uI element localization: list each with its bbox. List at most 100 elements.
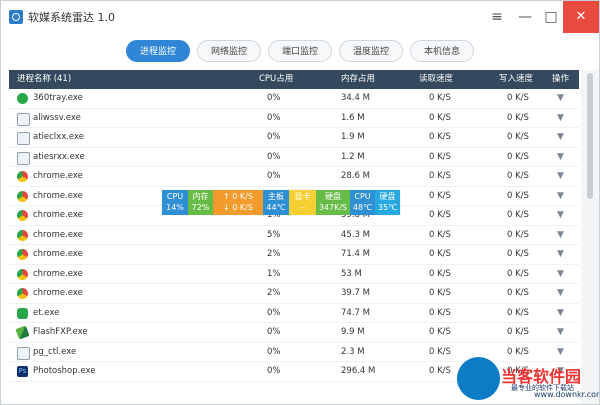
close-button[interactable]: ✕	[563, 1, 599, 33]
process-name: chrome.exe	[33, 210, 83, 220]
window-icon	[17, 132, 30, 145]
process-memory: 1.2 M	[341, 151, 365, 162]
process-cpu: 0%	[267, 171, 281, 181]
process-write: 0 K/S	[507, 327, 529, 337]
tab-process-monitor[interactable]: 进程监控	[126, 40, 190, 62]
process-memory: 71.4 M	[341, 249, 370, 259]
et-icon	[17, 307, 28, 319]
tab-network-monitor[interactable]: 网络监控	[197, 40, 261, 62]
360-icon	[17, 93, 28, 104]
tab-port-monitor[interactable]: 端口监控	[268, 40, 332, 62]
table-row[interactable]: et.exe 0% 74.7 M 0 K/S 0 K/S ▼	[9, 304, 579, 323]
header-cpu[interactable]: CPU占用	[259, 70, 293, 89]
header-name[interactable]: 进程名称 (41)	[17, 70, 71, 89]
header-memory[interactable]: 内存占用	[341, 70, 375, 89]
table-row[interactable]: FlashFXP.exe 0% 9.9 M 0 K/S 0 K/S ▼	[9, 323, 579, 343]
vertical-scrollbar[interactable]	[581, 70, 599, 404]
process-read: 0 K/S	[429, 190, 451, 201]
process-read: 0 K/S	[429, 307, 451, 318]
table-row[interactable]: chrome.exe 5% 45.3 M 0 K/S 0 K/S ▼	[9, 226, 579, 245]
process-name: atieclxx.exe	[33, 132, 85, 142]
system-monitor-overlay[interactable]: CPU 14% 内存 72% ↑ 0 K/S ↓ 0 K/S 主板 44℃ 显卡…	[162, 190, 400, 215]
scroll-thumb[interactable]	[587, 73, 593, 199]
process-cpu: 0%	[267, 112, 281, 123]
process-read: 0 K/S	[429, 288, 451, 298]
overlay-network: ↑ 0 K/S ↓ 0 K/S	[213, 190, 263, 215]
header-write[interactable]: 写入速度	[499, 70, 533, 89]
process-read: 0 K/S	[429, 268, 451, 279]
row-menu-icon[interactable]: ▼	[557, 245, 564, 264]
window-title: 软媒系统雷达 1.0	[28, 11, 115, 24]
menu-button[interactable]: ≡	[485, 1, 509, 33]
process-write: 0 K/S	[507, 190, 529, 201]
table-row[interactable]: 360tray.exe 0% 34.4 M 0 K/S 0 K/S ▼	[9, 89, 579, 109]
row-menu-icon[interactable]: ▼	[557, 109, 564, 128]
minimize-button[interactable]: —	[513, 1, 537, 33]
watermark-logo-icon	[457, 357, 500, 400]
chrome-icon	[17, 190, 28, 202]
overlay-cpu-label: CPU	[166, 192, 184, 201]
watermark: 当客软件园 最专业的软件下载站 www.downkr.com	[457, 355, 600, 404]
process-read: 0 K/S	[429, 132, 451, 142]
overlay-board-label: 主板	[268, 192, 284, 201]
table-row[interactable]: aliwssv.exe 0% 1.6 M 0 K/S 0 K/S ▼	[9, 109, 579, 128]
process-read: 0 K/S	[429, 346, 451, 357]
header-read[interactable]: 读取速度	[419, 70, 453, 89]
row-menu-icon[interactable]: ▼	[557, 304, 564, 323]
table-row[interactable]: chrome.exe 0% 28.6 M 0 K/S 0 K/S ▼	[9, 167, 579, 187]
watermark-url: www.downkr.com	[534, 390, 600, 399]
app-window: 软媒系统雷达 1.0 ≡ — □ ✕ 进程监控 网络监控 端口监控 温度监控 本…	[0, 0, 600, 405]
row-menu-icon[interactable]: ▼	[557, 187, 564, 206]
process-memory: 45.3 M	[341, 229, 370, 240]
row-menu-icon[interactable]: ▼	[557, 167, 564, 186]
window-icon	[17, 346, 30, 360]
process-cpu: 0%	[267, 366, 281, 376]
process-read: 0 K/S	[429, 93, 451, 103]
overlay-memory-value: 72%	[191, 203, 210, 212]
table-row[interactable]: atiesrxx.exe 0% 1.2 M 0 K/S 0 K/S ▼	[9, 148, 579, 167]
table-row[interactable]: chrome.exe 2% 39.7 M 0 K/S 0 K/S ▼	[9, 284, 579, 304]
table-row[interactable]: chrome.exe 2% 71.4 M 0 K/S 0 K/S ▼	[9, 245, 579, 265]
process-memory: 34.4 M	[341, 93, 370, 103]
row-menu-icon[interactable]: ▼	[557, 148, 564, 167]
table-row[interactable]: atieclxx.exe 0% 1.9 M 0 K/S 0 K/S ▼	[9, 128, 579, 148]
flashfxp-icon	[15, 325, 30, 340]
process-write: 0 K/S	[507, 249, 529, 259]
overlay-disk-speed: 硬盘 347K/S	[316, 190, 350, 215]
process-read: 0 K/S	[429, 366, 451, 376]
process-cpu: 0%	[267, 93, 281, 103]
row-menu-icon[interactable]: ▼	[557, 265, 564, 284]
process-read: 0 K/S	[429, 151, 451, 162]
process-write: 0 K/S	[507, 268, 529, 279]
process-name: chrome.exe	[33, 249, 83, 259]
process-write: 0 K/S	[507, 288, 529, 298]
process-cpu: 0%	[267, 327, 281, 337]
tab-system-info[interactable]: 本机信息	[410, 40, 474, 62]
chrome-icon	[17, 229, 28, 241]
table-row[interactable]: chrome.exe 1% 53 M 0 K/S 0 K/S ▼	[9, 265, 579, 284]
row-menu-icon[interactable]: ▼	[557, 89, 564, 108]
tab-temperature-monitor[interactable]: 温度监控	[339, 40, 403, 62]
process-name: chrome.exe	[33, 268, 83, 279]
process-read: 0 K/S	[429, 229, 451, 240]
maximize-button[interactable]: □	[539, 1, 563, 33]
process-write: 0 K/S	[507, 151, 529, 162]
row-menu-icon[interactable]: ▼	[557, 284, 564, 303]
row-menu-icon[interactable]: ▼	[557, 323, 564, 342]
overlay-board-temp: 主板 44℃	[263, 190, 289, 215]
process-memory: 28.6 M	[341, 171, 370, 181]
process-memory: 2.3 M	[341, 346, 365, 357]
window-icon	[17, 151, 30, 165]
row-menu-icon[interactable]: ▼	[557, 206, 564, 225]
overlay-disk-label: 硬盘	[325, 192, 341, 201]
overlay-disk-temp-value: 35℃	[377, 203, 398, 212]
chrome-icon	[17, 288, 28, 299]
overlay-gpu-value: --	[299, 203, 306, 212]
process-memory: 1.6 M	[341, 112, 365, 123]
process-cpu: 5%	[267, 229, 281, 240]
process-write: 0 K/S	[507, 132, 529, 142]
process-cpu: 2%	[267, 249, 281, 259]
process-cpu: 0%	[267, 307, 281, 318]
row-menu-icon[interactable]: ▼	[557, 226, 564, 245]
row-menu-icon[interactable]: ▼	[557, 128, 564, 147]
